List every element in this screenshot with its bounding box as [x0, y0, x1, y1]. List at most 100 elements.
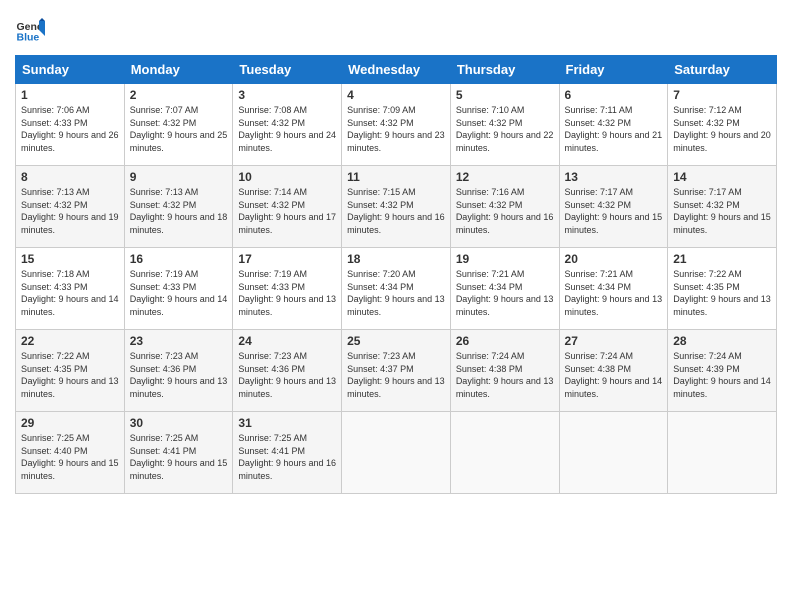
calendar-cell: 2 Sunrise: 7:07 AM Sunset: 4:32 PM Dayli…: [124, 84, 233, 166]
day-number: 11: [347, 170, 445, 184]
day-number: 31: [238, 416, 336, 430]
calendar-cell: 12 Sunrise: 7:16 AM Sunset: 4:32 PM Dayl…: [450, 166, 559, 248]
calendar-cell: 13 Sunrise: 7:17 AM Sunset: 4:32 PM Dayl…: [559, 166, 668, 248]
day-number: 20: [565, 252, 663, 266]
calendar-header-tuesday: Tuesday: [233, 56, 342, 84]
day-number: 3: [238, 88, 336, 102]
calendar-header-sunday: Sunday: [16, 56, 125, 84]
day-number: 1: [21, 88, 119, 102]
day-number: 13: [565, 170, 663, 184]
day-info: Sunrise: 7:13 AM Sunset: 4:32 PM Dayligh…: [130, 186, 228, 236]
day-number: 9: [130, 170, 228, 184]
day-info: Sunrise: 7:13 AM Sunset: 4:32 PM Dayligh…: [21, 186, 119, 236]
calendar-cell: 31 Sunrise: 7:25 AM Sunset: 4:41 PM Dayl…: [233, 412, 342, 494]
calendar-cell: 28 Sunrise: 7:24 AM Sunset: 4:39 PM Dayl…: [668, 330, 777, 412]
day-info: Sunrise: 7:23 AM Sunset: 4:36 PM Dayligh…: [238, 350, 336, 400]
calendar-row-2: 15 Sunrise: 7:18 AM Sunset: 4:33 PM Dayl…: [16, 248, 777, 330]
calendar-cell: 29 Sunrise: 7:25 AM Sunset: 4:40 PM Dayl…: [16, 412, 125, 494]
day-info: Sunrise: 7:25 AM Sunset: 4:41 PM Dayligh…: [130, 432, 228, 482]
day-number: 16: [130, 252, 228, 266]
calendar-header-monday: Monday: [124, 56, 233, 84]
day-info: Sunrise: 7:21 AM Sunset: 4:34 PM Dayligh…: [565, 268, 663, 318]
day-info: Sunrise: 7:24 AM Sunset: 4:38 PM Dayligh…: [565, 350, 663, 400]
calendar-header-wednesday: Wednesday: [342, 56, 451, 84]
calendar-cell: 6 Sunrise: 7:11 AM Sunset: 4:32 PM Dayli…: [559, 84, 668, 166]
calendar-cell: 3 Sunrise: 7:08 AM Sunset: 4:32 PM Dayli…: [233, 84, 342, 166]
day-info: Sunrise: 7:07 AM Sunset: 4:32 PM Dayligh…: [130, 104, 228, 154]
calendar-cell: 25 Sunrise: 7:23 AM Sunset: 4:37 PM Dayl…: [342, 330, 451, 412]
day-number: 17: [238, 252, 336, 266]
logo: General Blue: [15, 15, 45, 45]
calendar-cell: 4 Sunrise: 7:09 AM Sunset: 4:32 PM Dayli…: [342, 84, 451, 166]
calendar-cell: 7 Sunrise: 7:12 AM Sunset: 4:32 PM Dayli…: [668, 84, 777, 166]
calendar-cell: 27 Sunrise: 7:24 AM Sunset: 4:38 PM Dayl…: [559, 330, 668, 412]
day-number: 8: [21, 170, 119, 184]
day-number: 2: [130, 88, 228, 102]
day-number: 10: [238, 170, 336, 184]
header: General Blue: [15, 15, 777, 45]
day-info: Sunrise: 7:11 AM Sunset: 4:32 PM Dayligh…: [565, 104, 663, 154]
day-number: 12: [456, 170, 554, 184]
calendar-row-0: 1 Sunrise: 7:06 AM Sunset: 4:33 PM Dayli…: [16, 84, 777, 166]
day-number: 29: [21, 416, 119, 430]
day-number: 26: [456, 334, 554, 348]
calendar: SundayMondayTuesdayWednesdayThursdayFrid…: [15, 55, 777, 494]
day-number: 22: [21, 334, 119, 348]
calendar-row-1: 8 Sunrise: 7:13 AM Sunset: 4:32 PM Dayli…: [16, 166, 777, 248]
calendar-header-saturday: Saturday: [668, 56, 777, 84]
day-number: 27: [565, 334, 663, 348]
calendar-cell: 15 Sunrise: 7:18 AM Sunset: 4:33 PM Dayl…: [16, 248, 125, 330]
day-info: Sunrise: 7:06 AM Sunset: 4:33 PM Dayligh…: [21, 104, 119, 154]
day-info: Sunrise: 7:14 AM Sunset: 4:32 PM Dayligh…: [238, 186, 336, 236]
day-number: 6: [565, 88, 663, 102]
day-number: 4: [347, 88, 445, 102]
day-info: Sunrise: 7:12 AM Sunset: 4:32 PM Dayligh…: [673, 104, 771, 154]
day-info: Sunrise: 7:17 AM Sunset: 4:32 PM Dayligh…: [673, 186, 771, 236]
day-info: Sunrise: 7:17 AM Sunset: 4:32 PM Dayligh…: [565, 186, 663, 236]
day-number: 21: [673, 252, 771, 266]
calendar-cell: 30 Sunrise: 7:25 AM Sunset: 4:41 PM Dayl…: [124, 412, 233, 494]
day-info: Sunrise: 7:15 AM Sunset: 4:32 PM Dayligh…: [347, 186, 445, 236]
day-info: Sunrise: 7:08 AM Sunset: 4:32 PM Dayligh…: [238, 104, 336, 154]
day-info: Sunrise: 7:19 AM Sunset: 4:33 PM Dayligh…: [130, 268, 228, 318]
calendar-cell: 1 Sunrise: 7:06 AM Sunset: 4:33 PM Dayli…: [16, 84, 125, 166]
calendar-cell: 9 Sunrise: 7:13 AM Sunset: 4:32 PM Dayli…: [124, 166, 233, 248]
calendar-cell: [668, 412, 777, 494]
day-number: 30: [130, 416, 228, 430]
calendar-header-friday: Friday: [559, 56, 668, 84]
page-container: General Blue SundayMondayTuesdayWednesda…: [0, 0, 792, 504]
calendar-cell: [559, 412, 668, 494]
day-info: Sunrise: 7:24 AM Sunset: 4:39 PM Dayligh…: [673, 350, 771, 400]
calendar-cell: 21 Sunrise: 7:22 AM Sunset: 4:35 PM Dayl…: [668, 248, 777, 330]
calendar-cell: 17 Sunrise: 7:19 AM Sunset: 4:33 PM Dayl…: [233, 248, 342, 330]
day-info: Sunrise: 7:24 AM Sunset: 4:38 PM Dayligh…: [456, 350, 554, 400]
calendar-cell: 14 Sunrise: 7:17 AM Sunset: 4:32 PM Dayl…: [668, 166, 777, 248]
day-number: 23: [130, 334, 228, 348]
calendar-cell: 24 Sunrise: 7:23 AM Sunset: 4:36 PM Dayl…: [233, 330, 342, 412]
calendar-cell: 11 Sunrise: 7:15 AM Sunset: 4:32 PM Dayl…: [342, 166, 451, 248]
logo-icon: General Blue: [15, 15, 45, 45]
day-info: Sunrise: 7:18 AM Sunset: 4:33 PM Dayligh…: [21, 268, 119, 318]
day-info: Sunrise: 7:25 AM Sunset: 4:41 PM Dayligh…: [238, 432, 336, 482]
day-number: 18: [347, 252, 445, 266]
calendar-cell: 20 Sunrise: 7:21 AM Sunset: 4:34 PM Dayl…: [559, 248, 668, 330]
calendar-cell: 26 Sunrise: 7:24 AM Sunset: 4:38 PM Dayl…: [450, 330, 559, 412]
day-info: Sunrise: 7:09 AM Sunset: 4:32 PM Dayligh…: [347, 104, 445, 154]
calendar-header-row: SundayMondayTuesdayWednesdayThursdayFrid…: [16, 56, 777, 84]
calendar-cell: 5 Sunrise: 7:10 AM Sunset: 4:32 PM Dayli…: [450, 84, 559, 166]
calendar-cell: [342, 412, 451, 494]
day-info: Sunrise: 7:25 AM Sunset: 4:40 PM Dayligh…: [21, 432, 119, 482]
day-number: 5: [456, 88, 554, 102]
day-info: Sunrise: 7:22 AM Sunset: 4:35 PM Dayligh…: [21, 350, 119, 400]
day-info: Sunrise: 7:20 AM Sunset: 4:34 PM Dayligh…: [347, 268, 445, 318]
day-info: Sunrise: 7:16 AM Sunset: 4:32 PM Dayligh…: [456, 186, 554, 236]
day-info: Sunrise: 7:22 AM Sunset: 4:35 PM Dayligh…: [673, 268, 771, 318]
day-number: 15: [21, 252, 119, 266]
day-number: 14: [673, 170, 771, 184]
day-number: 25: [347, 334, 445, 348]
day-info: Sunrise: 7:23 AM Sunset: 4:36 PM Dayligh…: [130, 350, 228, 400]
day-number: 24: [238, 334, 336, 348]
day-info: Sunrise: 7:10 AM Sunset: 4:32 PM Dayligh…: [456, 104, 554, 154]
calendar-header-thursday: Thursday: [450, 56, 559, 84]
calendar-row-3: 22 Sunrise: 7:22 AM Sunset: 4:35 PM Dayl…: [16, 330, 777, 412]
